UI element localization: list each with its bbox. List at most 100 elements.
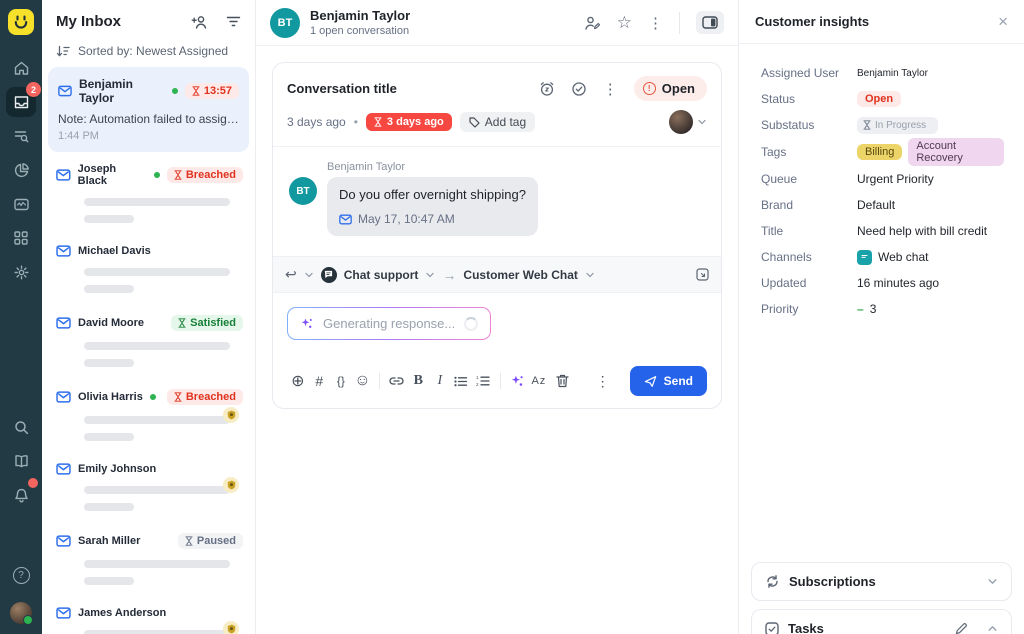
filter-icon[interactable] (226, 15, 241, 28)
divider (500, 373, 501, 389)
search-icon[interactable] (6, 412, 36, 442)
status-pill[interactable]: Open (857, 91, 901, 107)
field-row: Queue Urgent Priority (761, 166, 1004, 192)
contact-name: Sarah Miller (78, 535, 140, 547)
loading-spinner (464, 317, 478, 331)
close-icon[interactable]: × (998, 13, 1008, 30)
field-label: Tags (761, 145, 857, 159)
user-avatar[interactable] (10, 602, 32, 624)
list-item[interactable]: Benjamin Taylor 13:57 Note: Automation f… (48, 67, 249, 152)
subscriptions-card[interactable]: Subscriptions (751, 562, 1012, 601)
trash-icon[interactable] (550, 374, 576, 388)
knowledge-book-icon[interactable] (6, 446, 36, 476)
insert-plus-icon[interactable]: ⊕ (287, 371, 309, 391)
details-panel-toggle[interactable] (696, 11, 724, 34)
variables-icon[interactable]: {} (330, 374, 352, 388)
app-logo[interactable] (8, 9, 34, 35)
emoji-icon[interactable]: ☺ (352, 372, 374, 390)
hourglass-icon (174, 392, 182, 402)
list-item[interactable]: David Moore Satisfied (48, 304, 249, 378)
meta-dot: • (354, 115, 358, 129)
reply-channel-dropdown[interactable]: Customer Web Chat (463, 268, 577, 282)
email-icon (56, 391, 71, 403)
list-item[interactable]: Michael Davis (48, 234, 249, 304)
list-item[interactable]: Sarah Miller Paused (48, 522, 249, 596)
updated-value: 16 minutes ago (857, 276, 939, 290)
customer-insights-panel: Customer insights × Assigned User Benjam… (738, 0, 1024, 634)
tag-pill[interactable]: Billing (857, 144, 902, 160)
reply-icon[interactable]: ↩ (285, 266, 297, 283)
smiley-logo-icon (13, 14, 29, 30)
reply-source-dropdown[interactable]: Chat support (344, 268, 419, 282)
field-row: Assigned User Benjamin Taylor (761, 60, 1004, 86)
list-item[interactable]: Emily Johnson (48, 452, 249, 522)
search-list-icon[interactable] (6, 121, 36, 151)
status-dropdown[interactable]: ! Open (634, 76, 707, 101)
bold-icon[interactable]: B (408, 373, 430, 389)
inbox-title: My Inbox (56, 13, 174, 30)
contact-name: Benjamin Taylor (79, 77, 165, 105)
numbered-list-icon[interactable]: 12 (472, 375, 494, 387)
assign-agent-icon[interactable] (583, 15, 601, 31)
canned-response-icon[interactable]: # (309, 373, 331, 389)
composer[interactable]: Generating response... ⊕ # {} ☺ B I (273, 293, 721, 408)
divider (379, 373, 380, 389)
shield-badge-icon (223, 407, 239, 423)
assignee-dropdown[interactable] (669, 110, 707, 134)
conversation-more-icon[interactable]: ⋮ (603, 80, 618, 98)
hourglass-icon (178, 318, 186, 328)
status-label: Open (662, 81, 695, 96)
notifications-bell-icon[interactable] (6, 480, 36, 510)
skeleton-line (84, 433, 134, 441)
inbox-icon[interactable]: 2 (6, 87, 36, 117)
ai-assist-icon[interactable] (507, 374, 529, 389)
list-item[interactable]: Olivia Harris Breached (48, 378, 249, 452)
composer-more-icon[interactable]: ⋮ (590, 373, 616, 390)
subscriptions-title: Subscriptions (789, 574, 978, 589)
field-row: Brand Default (761, 192, 1004, 218)
hourglass-icon (185, 536, 193, 546)
svg-text:1: 1 (476, 375, 479, 380)
skeleton-line (84, 342, 230, 350)
add-user-icon[interactable] (191, 14, 209, 30)
list-item[interactable]: James Anderson (48, 596, 249, 634)
skeleton-line (84, 285, 134, 293)
snooze-icon[interactable] (539, 81, 555, 97)
message-avatar: BT (289, 177, 317, 205)
send-button[interactable]: Send (630, 366, 707, 396)
field-label: Updated (761, 276, 857, 290)
insights-title: Customer insights (755, 14, 998, 29)
sort-row[interactable]: Sorted by: Newest Assigned (42, 37, 255, 67)
dashboard-icon[interactable] (6, 189, 36, 219)
tasks-card[interactable]: Tasks (751, 609, 1012, 634)
home-icon[interactable] (6, 53, 36, 83)
edit-pencil-icon[interactable] (955, 622, 968, 634)
tag-pill[interactable]: Account Recovery (908, 138, 1004, 166)
contact-name: Joseph Black (78, 163, 147, 187)
bullet-list-icon[interactable] (451, 376, 473, 387)
field-label: Assigned User (761, 66, 857, 80)
link-icon[interactable] (386, 376, 408, 386)
settings-gear-icon[interactable] (6, 257, 36, 287)
tasks-title: Tasks (788, 621, 946, 634)
substatus-pill[interactable]: In Progress (857, 117, 938, 134)
apps-grid-icon[interactable] (6, 223, 36, 253)
star-icon[interactable]: ☆ (617, 13, 632, 33)
list-item[interactable]: Joseph Black Breached (48, 152, 249, 234)
sort-icon (56, 45, 70, 58)
resolve-check-icon[interactable] (571, 81, 587, 97)
priority-decrease-icon[interactable]: – (857, 302, 864, 316)
more-options-icon[interactable]: ⋮ (648, 14, 663, 32)
conversation-list: Benjamin Taylor 13:57 Note: Automation f… (42, 67, 255, 634)
reports-pie-icon[interactable] (6, 155, 36, 185)
refresh-icon (765, 574, 780, 589)
expand-composer-icon[interactable] (696, 268, 709, 281)
help-icon[interactable]: ? (6, 560, 36, 590)
add-tag-button[interactable]: Add tag (460, 112, 535, 132)
italic-icon[interactable]: I (429, 373, 451, 389)
message-text: Do you offer overnight shipping? (339, 187, 526, 202)
assignee-avatar (669, 110, 693, 134)
translate-icon[interactable]: Az (528, 375, 550, 387)
priority-value: 3 (870, 302, 877, 316)
hourglass-icon (863, 120, 871, 130)
